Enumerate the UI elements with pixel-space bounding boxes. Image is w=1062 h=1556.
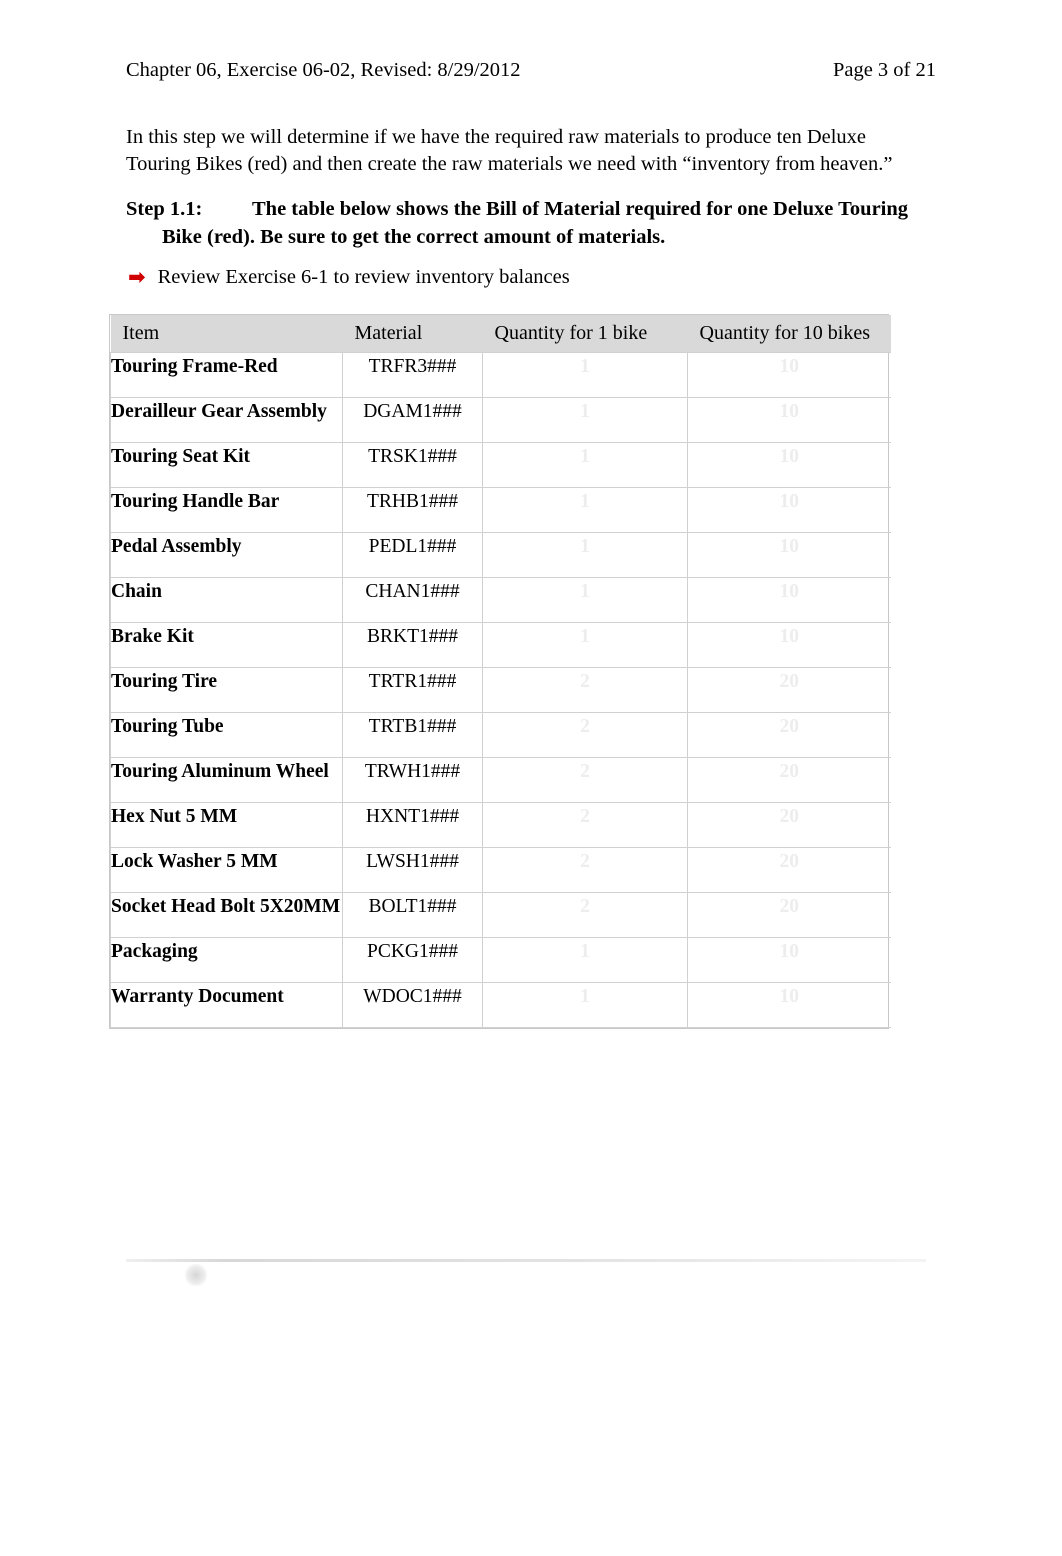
footer-divider <box>126 1259 926 1262</box>
cell-item: Brake Kit <box>110 622 343 668</box>
cell-item: Touring Handle Bar <box>110 487 343 533</box>
bullet-note: ➡ Review Exercise 6-1 to review inventor… <box>128 266 570 289</box>
cell-quantity-10: 20 <box>687 667 891 713</box>
document-page: Chapter 06, Exercise 06-02, Revised: 8/2… <box>0 0 1062 1556</box>
cell-quantity-10: 20 <box>687 847 891 893</box>
table-header-row: Item Material Quantity for 1 bike Quanti… <box>110 315 891 353</box>
cell-material: HXNT1### <box>342 802 483 848</box>
cell-quantity-10: 10 <box>687 352 891 398</box>
cell-quantity-10: 10 <box>687 622 891 668</box>
header-left-text: Chapter 06, Exercise 06-02, Revised: 8/2… <box>126 59 521 81</box>
column-header-quantity-1-bike: Quantity for 1 bike <box>482 315 688 353</box>
cell-quantity-10: 10 <box>687 982 891 1028</box>
cell-item: Packaging <box>110 937 343 983</box>
step-text-line2: Bike (red). Be sure to get the correct a… <box>162 225 666 248</box>
column-header-material: Material <box>342 315 483 353</box>
cell-quantity-1: 1 <box>482 442 688 488</box>
step-label: Step 1.1: <box>126 198 203 220</box>
table-row: Hex Nut 5 MM HXNT1### 2 20 <box>110 802 891 848</box>
table-row: Brake Kit BRKT1### 1 10 <box>110 622 891 668</box>
column-header-quantity-10-bikes: Quantity for 10 bikes <box>687 315 891 353</box>
intro-paragraph: In this step we will determine if we hav… <box>126 126 893 176</box>
cell-quantity-1: 1 <box>482 622 688 668</box>
cell-quantity-10: 10 <box>687 532 891 578</box>
cell-item: Touring Tube <box>110 712 343 758</box>
cell-quantity-1: 2 <box>482 757 688 803</box>
cell-quantity-1: 2 <box>482 712 688 758</box>
cell-quantity-1: 2 <box>482 667 688 713</box>
cell-item: Lock Washer 5 MM <box>110 847 343 893</box>
cell-item: Warranty Document <box>110 982 343 1028</box>
cell-quantity-10: 10 <box>687 487 891 533</box>
page-header: Chapter 06, Exercise 06-02, Revised: 8/2… <box>126 58 936 83</box>
cell-item: Derailleur Gear Assembly <box>110 397 343 443</box>
table-row: Socket Head Bolt 5X20MM BOLT1### 2 20 <box>110 892 891 938</box>
cell-quantity-10: 20 <box>687 757 891 803</box>
cell-quantity-10: 20 <box>687 802 891 848</box>
cell-quantity-10: 20 <box>687 892 891 938</box>
cell-material: BRKT1### <box>342 622 483 668</box>
bill-of-material-table-container: Item Material Quantity for 1 bike Quanti… <box>109 314 891 1029</box>
cell-quantity-1: 1 <box>482 397 688 443</box>
table-row: Pedal Assembly PEDL1### 1 10 <box>110 532 891 578</box>
cell-material: WDOC1### <box>342 982 483 1028</box>
cell-material: PCKG1### <box>342 937 483 983</box>
cell-quantity-1: 1 <box>482 352 688 398</box>
table-row: Touring Frame-Red TRFR3### 1 10 <box>110 352 891 398</box>
arrow-right-icon: ➡ <box>128 265 146 289</box>
table-row: Touring Seat Kit TRSK1### 1 10 <box>110 442 891 488</box>
cell-material: PEDL1### <box>342 532 483 578</box>
cell-quantity-10: 10 <box>687 442 891 488</box>
table-row: Lock Washer 5 MM LWSH1### 2 20 <box>110 847 891 893</box>
cell-item: Socket Head Bolt 5X20MM <box>110 892 343 938</box>
footer-artifact <box>185 1264 207 1286</box>
table-body: Touring Frame-Red TRFR3### 1 10 Deraille… <box>110 352 891 1028</box>
cell-material: TRTB1### <box>342 712 483 758</box>
cell-quantity-1: 2 <box>482 802 688 848</box>
cell-quantity-1: 1 <box>482 937 688 983</box>
table-row: Derailleur Gear Assembly DGAM1### 1 10 <box>110 397 891 443</box>
cell-quantity-1: 2 <box>482 847 688 893</box>
cell-item: Touring Seat Kit <box>110 442 343 488</box>
cell-item: Hex Nut 5 MM <box>110 802 343 848</box>
cell-material: TRHB1### <box>342 487 483 533</box>
cell-item: Touring Tire <box>110 667 343 713</box>
cell-item: Chain <box>110 577 343 623</box>
cell-quantity-1: 1 <box>482 532 688 578</box>
step-block: Step 1.1: The table below shows the Bill … <box>126 196 926 251</box>
cell-material: TRTR1### <box>342 667 483 713</box>
table-row: Touring Handle Bar TRHB1### 1 10 <box>110 487 891 533</box>
column-header-item: Item <box>110 315 343 353</box>
cell-material: TRFR3### <box>342 352 483 398</box>
table-row: Touring Tube TRTB1### 2 20 <box>110 712 891 758</box>
table-row: Warranty Document WDOC1### 1 10 <box>110 982 891 1028</box>
cell-item: Touring Aluminum Wheel <box>110 757 343 803</box>
cell-material: TRSK1### <box>342 442 483 488</box>
cell-material: DGAM1### <box>342 397 483 443</box>
cell-item: Pedal Assembly <box>110 532 343 578</box>
table-row: Packaging PCKG1### 1 10 <box>110 937 891 983</box>
bill-of-material-table: Item Material Quantity for 1 bike Quanti… <box>110 315 891 1028</box>
cell-quantity-1: 1 <box>482 577 688 623</box>
cell-material: CHAN1### <box>342 577 483 623</box>
header-page-number: Page 3 of 21 <box>832 59 936 81</box>
table-row: Touring Aluminum Wheel TRWH1### 2 20 <box>110 757 891 803</box>
cell-material: TRWH1### <box>342 757 483 803</box>
cell-quantity-1: 1 <box>482 982 688 1028</box>
cell-quantity-1: 2 <box>482 892 688 938</box>
bullet-note-text: Review Exercise 6-1 to review inventory … <box>157 266 570 288</box>
cell-quantity-10: 20 <box>687 712 891 758</box>
cell-quantity-10: 10 <box>687 397 891 443</box>
cell-quantity-10: 10 <box>687 937 891 983</box>
cell-item: Touring Frame-Red <box>110 352 343 398</box>
cell-material: BOLT1### <box>342 892 483 938</box>
step-text-line1: The table below shows the Bill of Materi… <box>252 198 909 220</box>
cell-material: LWSH1### <box>342 847 483 893</box>
cell-quantity-1: 1 <box>482 487 688 533</box>
table-row: Touring Tire TRTR1### 2 20 <box>110 667 891 713</box>
cell-quantity-10: 10 <box>687 577 891 623</box>
table-row: Chain CHAN1### 1 10 <box>110 577 891 623</box>
